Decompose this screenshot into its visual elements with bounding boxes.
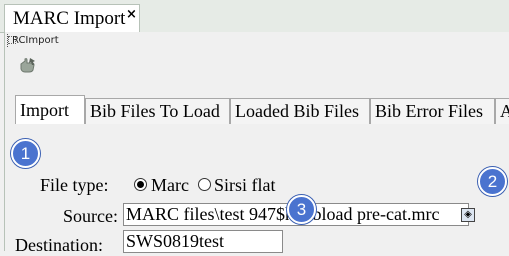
callout-2: 2 bbox=[478, 167, 507, 196]
section-tabs: Import Bib Files To Load Loaded Bib File… bbox=[15, 94, 509, 125]
destination-label: Destination: bbox=[15, 235, 103, 255]
radio-sirsi-flat-label[interactable]: Sirsi flat bbox=[214, 174, 276, 196]
pointer-hand-icon[interactable] bbox=[18, 55, 38, 75]
close-icon[interactable]: × bbox=[126, 7, 137, 22]
radio-sirsi-flat[interactable] bbox=[198, 178, 211, 191]
tab-loaded-bib-files[interactable]: Loaded Bib Files bbox=[230, 98, 370, 124]
panel-label: RCImport bbox=[7, 34, 59, 47]
destination-field[interactable]: SWS0819test bbox=[123, 230, 283, 253]
tab-bib-files-to-load[interactable]: Bib Files To Load bbox=[85, 98, 230, 124]
tab-title: MARC Import bbox=[13, 8, 126, 29]
radio-marc[interactable] bbox=[134, 178, 147, 191]
browse-button[interactable]: ◈ bbox=[461, 208, 475, 222]
tab-overflow[interactable]: A bbox=[495, 98, 509, 124]
tab-bib-error-files[interactable]: Bib Error Files bbox=[370, 98, 495, 124]
tab-marc-import[interactable]: MARC Import × bbox=[4, 4, 140, 32]
file-type-label: File type: bbox=[40, 175, 109, 195]
document-tab-strip: MARC Import × bbox=[0, 0, 509, 33]
callout-1: 1 bbox=[11, 139, 40, 168]
import-form: File type: Marc Sirsi flat Source: MARC … bbox=[15, 124, 509, 255]
source-label: Source: bbox=[63, 206, 118, 226]
tab-import[interactable]: Import bbox=[15, 95, 85, 124]
callout-3: 3 bbox=[287, 195, 316, 224]
import-panel: RCImport Import Bib Files To Load Loaded… bbox=[4, 32, 509, 255]
radio-marc-label[interactable]: Marc bbox=[151, 174, 189, 196]
